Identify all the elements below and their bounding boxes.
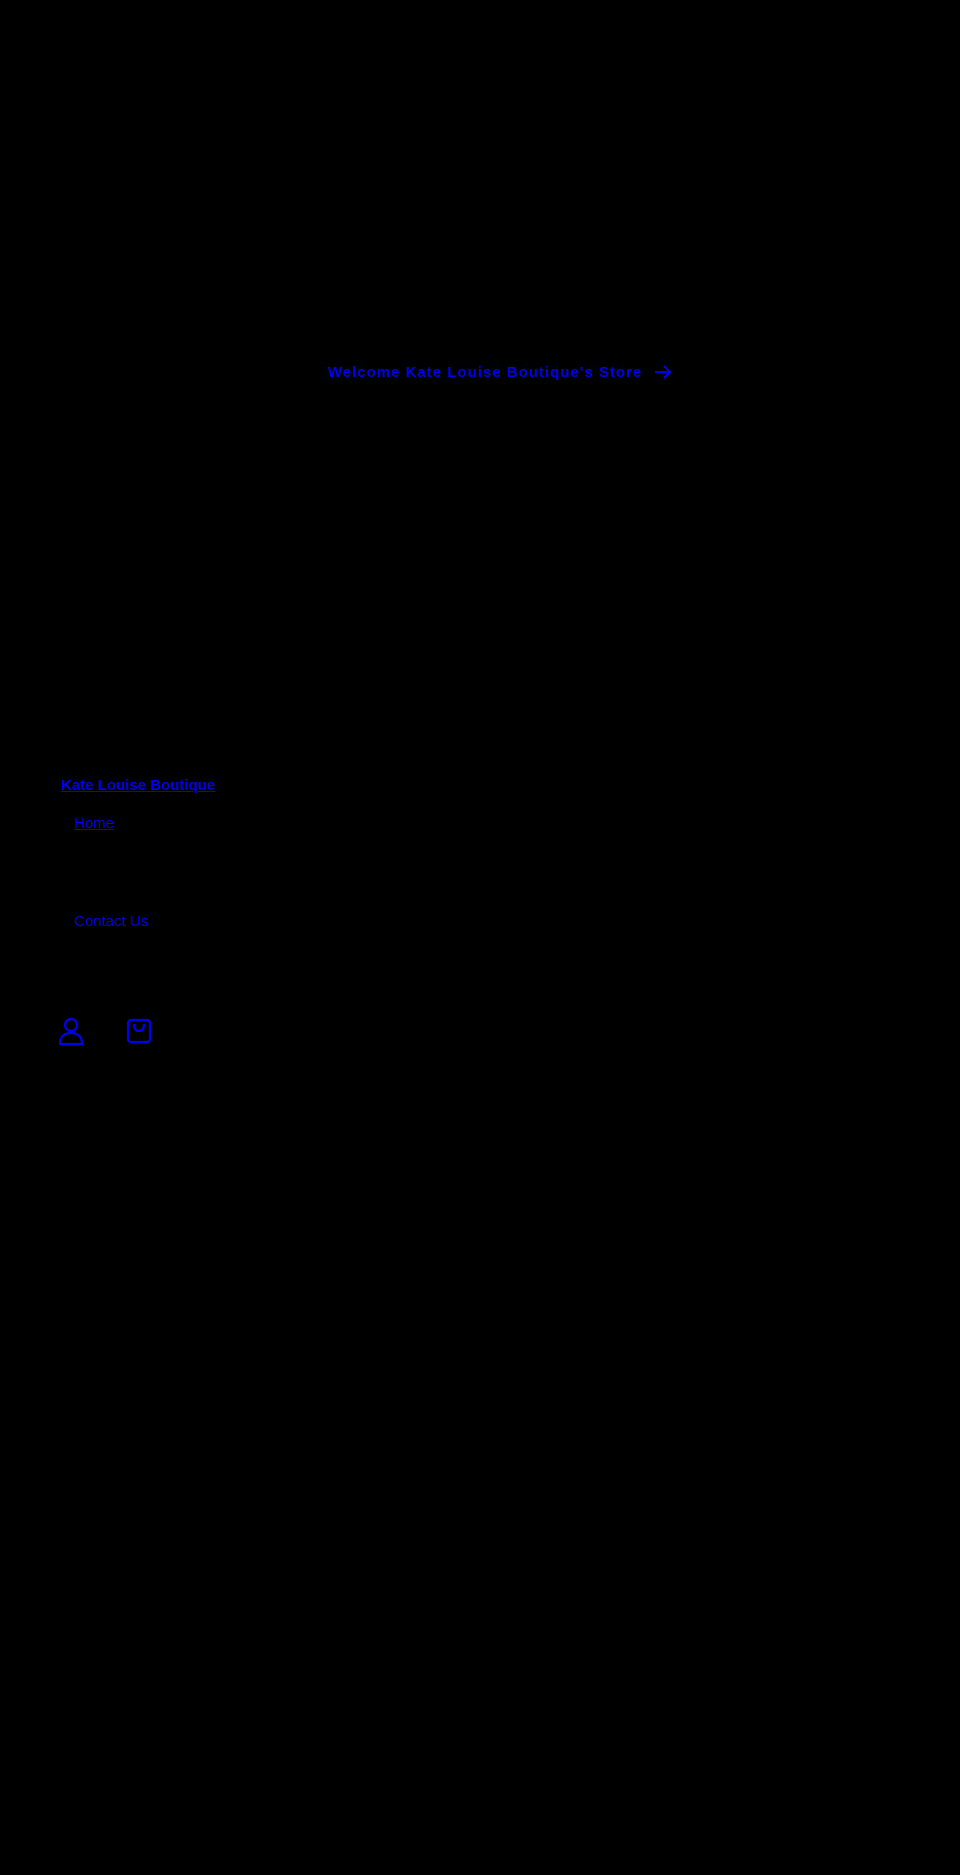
arrow-right-icon bbox=[654, 365, 672, 379]
announcement-bar: Welcome Kate Louise Boutique's Store bbox=[0, 355, 960, 389]
account-icon bbox=[58, 1017, 84, 1046]
main-nav: Home Earrings Contact Us bbox=[74, 815, 148, 962]
header-icons bbox=[58, 1016, 152, 1046]
cart-button[interactable] bbox=[126, 1016, 152, 1046]
nav-item-home: Home bbox=[74, 815, 148, 864]
hero-subheading: We strive to provide the jewelery and cl… bbox=[0, 1226, 604, 1245]
announcement-text: Welcome Kate Louise Boutique's Store bbox=[327, 363, 643, 381]
nav-item-earrings: Earrings bbox=[74, 864, 148, 913]
hero-heading: Custom Jewlery and Clothing bbox=[0, 1170, 391, 1202]
hero-section: Custom Jewlery and Clothing We strive to… bbox=[0, 1165, 960, 1247]
brand-logo-link[interactable]: Kate Louise Boutique bbox=[61, 777, 215, 794]
nav-link-earrings[interactable]: Earrings bbox=[74, 864, 130, 881]
announcement-link[interactable]: Welcome Kate Louise Boutique's Store bbox=[328, 364, 672, 381]
nav-link-contact[interactable]: Contact Us bbox=[74, 913, 148, 930]
nav-item-contact: Contact Us bbox=[74, 913, 148, 962]
account-button[interactable] bbox=[58, 1016, 84, 1046]
cart-icon bbox=[126, 1018, 152, 1044]
nav-link-home[interactable]: Home bbox=[74, 815, 114, 832]
